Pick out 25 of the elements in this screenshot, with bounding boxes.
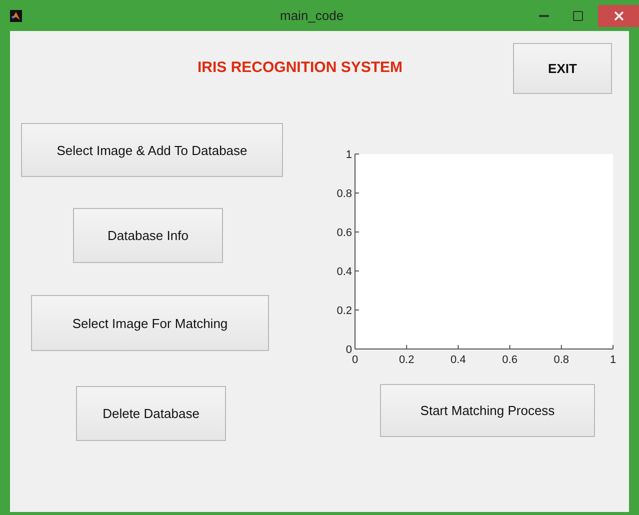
- y-tick-label: 0.4: [336, 266, 352, 278]
- window-title: main_code: [280, 8, 344, 23]
- close-icon: [612, 8, 626, 22]
- action-button[interactable]: Select Image For Matching: [31, 295, 269, 351]
- app-heading: IRIS RECOGNITION SYSTEM: [196, 59, 404, 76]
- y-tick-label: 0: [346, 344, 352, 356]
- minimize-icon: [539, 14, 549, 16]
- x-tick-label: 1: [610, 354, 616, 366]
- action-button[interactable]: Database Info: [73, 208, 223, 263]
- x-tick-label: 0.6: [502, 354, 518, 366]
- exit-button[interactable]: EXIT: [513, 43, 612, 94]
- x-tick-label: 0.2: [398, 354, 414, 366]
- action-button[interactable]: Start Matching Process: [380, 384, 595, 437]
- app-logo-icon: [10, 10, 22, 22]
- action-button[interactable]: Delete Database: [76, 386, 226, 441]
- x-tick-label: 0.8: [554, 354, 570, 366]
- action-button[interactable]: Select Image & Add To Database: [21, 123, 283, 177]
- y-tick-label: 0.6: [336, 227, 352, 239]
- y-tick-label: 0.2: [336, 305, 352, 317]
- maximize-icon: [572, 10, 584, 22]
- x-tick-label: 0.4: [450, 354, 466, 366]
- y-tick-label: 0.8: [336, 188, 352, 200]
- close-button[interactable]: [598, 4, 639, 26]
- x-tick-label: 0: [352, 354, 358, 366]
- y-tick-label: 1: [346, 149, 352, 161]
